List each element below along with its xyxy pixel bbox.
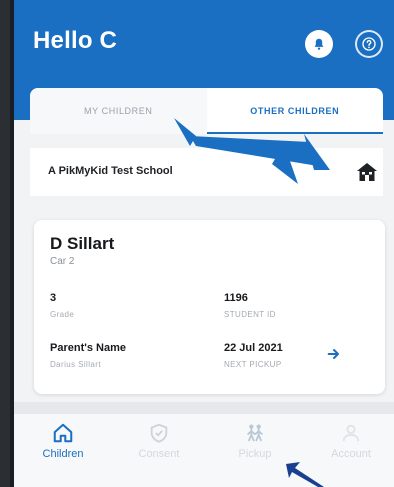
next-pickup-value: 22 Jul 2021 xyxy=(224,342,283,354)
school-name: A PikMyKid Test School xyxy=(48,165,173,177)
person-icon xyxy=(342,424,360,442)
child-car: Car 2 xyxy=(50,256,75,267)
pointer-arrow-small-icon xyxy=(286,462,324,487)
home-icon xyxy=(53,423,73,443)
nav-label-account: Account xyxy=(331,448,371,460)
bell-icon xyxy=(314,38,324,50)
next-pickup-label: NEXT PICKUP xyxy=(224,360,282,369)
nav-label-pickup: Pickup xyxy=(238,448,272,460)
nav-label-children: Children xyxy=(42,448,84,460)
help-circle-icon xyxy=(362,37,376,51)
child-card[interactable]: D Sillart Car 2 3 Grade 1196 STUDENT ID … xyxy=(34,220,385,394)
grade-label: Grade xyxy=(50,310,75,319)
nav-label-consent: Consent xyxy=(138,448,180,460)
people-icon xyxy=(247,424,263,442)
page-title: Hello C xyxy=(33,27,118,54)
student-id-label: STUDENT ID xyxy=(224,310,276,319)
arrow-right-icon[interactable] xyxy=(326,346,342,362)
parent-name-label: Darius Sillart xyxy=(50,360,101,369)
grade-value: 3 xyxy=(50,292,57,304)
parent-name-value: Parent's Name xyxy=(50,342,126,354)
app-screen: Hello C MY CHILDREN OTHER CHILDREN A Pik… xyxy=(14,0,394,487)
help-button[interactable] xyxy=(355,30,383,58)
notifications-button[interactable] xyxy=(305,30,333,58)
child-name: D Sillart xyxy=(50,234,115,253)
nav-item-children[interactable]: Children xyxy=(20,422,106,472)
school-house-icon xyxy=(357,163,377,181)
pointer-arrow-icon xyxy=(174,118,330,184)
student-id-value: 1196 xyxy=(224,292,248,304)
bottom-navigation: Children Consent Pickup Account xyxy=(14,414,394,487)
shield-check-icon xyxy=(150,423,168,443)
content-divider xyxy=(14,402,394,414)
nav-item-consent[interactable]: Consent xyxy=(116,422,202,472)
photo-frame: Hello C MY CHILDREN OTHER CHILDREN A Pik… xyxy=(0,0,394,487)
